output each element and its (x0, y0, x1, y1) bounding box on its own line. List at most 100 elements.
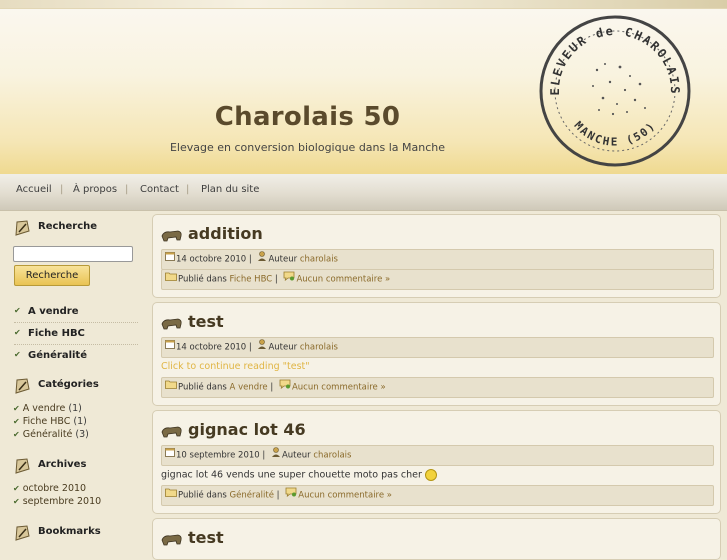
check-icon: ✔ (13, 417, 20, 426)
sidebar-page-label: Fiche HBC (28, 328, 85, 339)
bookmarks-heading: Bookmarks (38, 526, 101, 537)
user-icon (257, 338, 267, 356)
check-icon: ✔ (14, 306, 21, 315)
sidebar-page-fiche-hbc[interactable]: ✔ Fiche HBC (14, 323, 138, 345)
archive-item: ✔ octobre 2010 (13, 483, 86, 494)
sidebar-page-label: Généralité (28, 350, 87, 361)
author-label: Auteur (268, 254, 298, 265)
post: addition 14 octobre 2010 | Auteur charol… (152, 214, 721, 298)
author-label: Auteur (281, 450, 311, 461)
nav-a-propos[interactable]: À propos (73, 184, 117, 195)
main-nav: Accueil | À propos | Contact | Plan du s… (0, 174, 727, 211)
quill-icon (14, 377, 32, 398)
folder-icon (165, 378, 177, 396)
comments-link[interactable]: Aucun commentaire » (292, 383, 386, 393)
user-icon (257, 250, 267, 268)
check-icon: ✔ (13, 484, 20, 493)
post-category-meta: Publié dans Généralité | Aucun commentai… (161, 485, 714, 506)
nav-separator: | (125, 184, 129, 195)
cow-icon (160, 424, 184, 443)
author-label: Auteur (268, 342, 298, 353)
sidebar-page-label: A vendre (28, 306, 79, 317)
comment-icon (283, 270, 295, 288)
nav-separator: | (60, 184, 64, 195)
quill-icon (14, 219, 32, 240)
archive-link[interactable]: octobre 2010 (23, 483, 86, 494)
sidebar-page-a-vendre[interactable]: ✔ A vendre (14, 301, 138, 323)
nav-plan-du-site[interactable]: Plan du site (201, 184, 259, 195)
check-icon: ✔ (13, 430, 20, 439)
category-item: ✔ Fiche HBC (1) (13, 416, 87, 427)
category-link[interactable]: Généralité (23, 429, 73, 440)
post: gignac lot 46 10 septembre 2010 | Auteur… (152, 410, 721, 514)
category-item: ✔ Généralité (3) (13, 429, 89, 440)
archive-item: ✔ septembre 2010 (13, 496, 101, 507)
author-link[interactable]: charolais (300, 255, 338, 265)
nav-accueil[interactable]: Accueil (16, 184, 52, 195)
smiley-icon (424, 469, 437, 481)
post-date-meta: 14 octobre 2010 | Auteur charolais (161, 337, 714, 358)
top-strip (0, 0, 727, 8)
category-count: (1) (73, 416, 87, 427)
category-link[interactable]: A vendre (230, 383, 268, 393)
nav-contact[interactable]: Contact (140, 184, 179, 195)
post-category-meta: Publié dans A vendre | Aucun commentaire… (161, 377, 714, 398)
post-title[interactable]: test (188, 528, 224, 547)
category-link[interactable]: Fiche HBC (230, 275, 273, 285)
post-title[interactable]: addition (188, 224, 263, 243)
comments-link[interactable]: Aucun commentaire » (296, 275, 390, 285)
check-icon: ✔ (14, 328, 21, 337)
post: test (152, 518, 721, 560)
quill-icon (14, 457, 32, 478)
post: test 14 octobre 2010 | Auteur charolais … (152, 302, 721, 406)
post-title[interactable]: test (188, 312, 224, 331)
continue-reading-link[interactable]: Click to continue reading "test" (161, 361, 310, 372)
cow-icon (160, 532, 184, 551)
post-excerpt-text: gignac lot 46 vends une super chouette m… (161, 469, 422, 481)
nav-separator: | (186, 184, 190, 195)
search-input[interactable] (13, 246, 133, 262)
post-date-meta: 14 octobre 2010 | Auteur charolais (161, 249, 714, 270)
category-link[interactable]: Généralité (230, 491, 274, 501)
comments-link[interactable]: Aucun commentaire » (298, 491, 392, 501)
category-count: (3) (75, 429, 89, 440)
post-date: 14 octobre 2010 (176, 254, 247, 265)
site-header: ELEVEUR de CHAROLAIS MANCHE (50) Charola… (0, 8, 727, 175)
author-link[interactable]: charolais (300, 343, 338, 353)
site-description: Elevage en conversion biologique dans la… (169, 141, 446, 154)
author-link[interactable]: charolais (313, 451, 351, 461)
comment-icon (285, 486, 297, 504)
archives-heading: Archives (38, 459, 87, 470)
archive-link[interactable]: septembre 2010 (23, 496, 101, 507)
categories-heading: Catégories (38, 379, 99, 390)
search-button[interactable]: Recherche (14, 265, 90, 286)
check-icon: ✔ (13, 404, 20, 413)
post-date: 14 octobre 2010 (176, 342, 247, 353)
check-icon: ✔ (13, 497, 20, 506)
post-date-meta: 10 septembre 2010 | Auteur charolais (161, 445, 714, 466)
user-icon (271, 446, 281, 464)
calendar-icon (165, 250, 175, 268)
folder-icon (165, 270, 177, 288)
folder-icon (165, 486, 177, 504)
post-date: 10 septembre 2010 (176, 450, 260, 461)
cow-icon (160, 316, 184, 335)
search-heading: Recherche (38, 221, 98, 232)
check-icon: ✔ (14, 350, 21, 359)
post-category-meta: Publié dans Fiche HBC | Aucun commentair… (161, 269, 714, 290)
post-title[interactable]: gignac lot 46 (188, 420, 306, 439)
quill-icon (14, 524, 32, 545)
published-label: Publié dans (178, 274, 227, 285)
calendar-icon (165, 446, 175, 464)
sidebar-page-generalite[interactable]: ✔ Généralité (14, 345, 138, 366)
site-title[interactable]: Charolais 50 (0, 102, 615, 132)
category-count: (1) (68, 403, 82, 414)
calendar-icon (165, 338, 175, 356)
comment-icon (279, 378, 291, 396)
category-item: ✔ A vendre (1) (13, 403, 82, 414)
cow-icon (160, 228, 184, 247)
category-link[interactable]: A vendre (23, 403, 66, 414)
category-link[interactable]: Fiche HBC (23, 416, 71, 427)
published-label: Publié dans (178, 382, 227, 393)
published-label: Publié dans (178, 490, 227, 501)
